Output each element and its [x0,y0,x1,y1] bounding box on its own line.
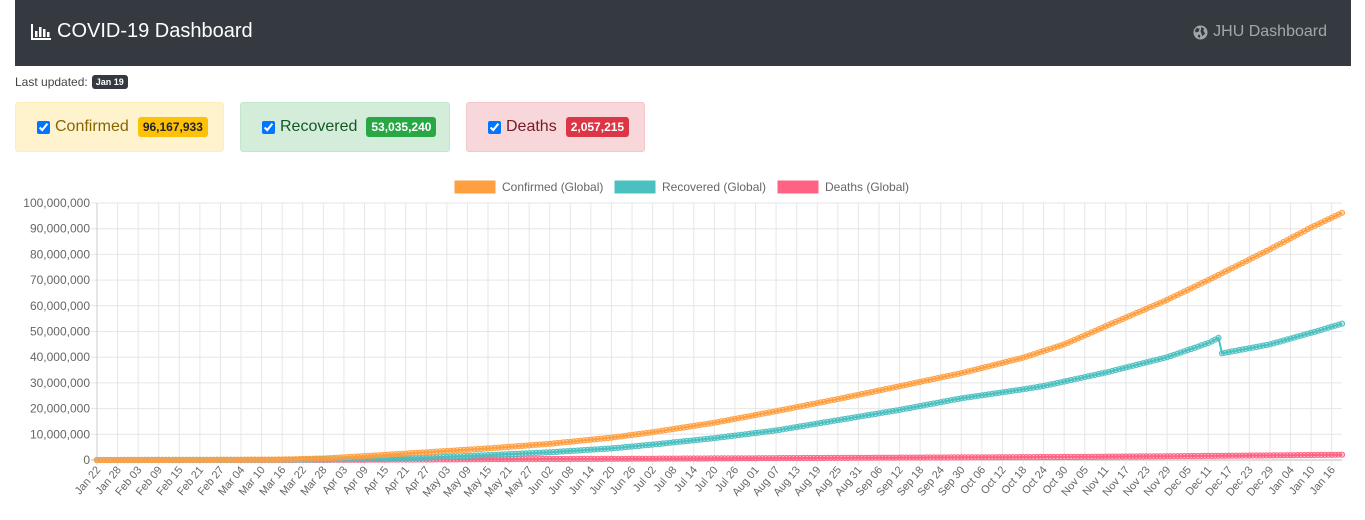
brand[interactable]: COVID-19 Dashboard [31,20,253,43]
navbar: COVID-19 Dashboard JHU Dashboard [15,0,1351,66]
recovered-card: Recovered 53,035,240 [240,102,450,152]
legend-swatch [454,180,496,194]
recovered-count-badge: 53,035,240 [366,117,437,137]
y-tick-label: 50,000,000 [30,325,90,339]
data-point [1338,209,1346,216]
last-updated: Last updated: Jan 19 [15,75,128,89]
globe-icon [1193,24,1208,40]
confirmed-label: Confirmed [55,118,129,135]
recovered-label: Recovered [280,118,358,135]
legend-swatch [777,180,819,194]
confirmed-checkbox[interactable] [37,120,50,134]
recovered-checkbox[interactable] [262,120,275,134]
deaths-count-badge: 2,057,215 [565,117,630,137]
y-tick-label: 40,000,000 [30,350,90,364]
jhu-dashboard-label: JHU Dashboard [1213,23,1327,40]
confirmed-card: Confirmed 96,167,933 [15,102,224,152]
deaths-checkbox[interactable] [488,120,501,134]
y-tick-label: 10,000,000 [30,427,90,441]
y-tick-label: 80,000,000 [30,247,90,261]
deaths-card: Deaths 2,057,215 [466,102,645,152]
legend-label: Deaths (Global) [825,180,909,194]
y-tick-label: 100,000,000 [23,196,90,210]
legend-label: Confirmed (Global) [502,180,603,194]
confirmed-count-badge: 96,167,933 [137,117,208,137]
last-updated-label: Last updated: [15,75,88,89]
line-chart: 0 10,000,000 20,000,000 30,000,000 40,000,00… [23,180,1346,500]
y-tick-label: 60,000,000 [30,299,90,313]
deaths-label: Deaths [506,118,557,135]
page-title: COVID-19 Dashboard [57,20,253,42]
y-tick-label: 20,000,000 [30,402,90,416]
bar-chart-icon [31,23,51,40]
jhu-dashboard-link[interactable]: JHU Dashboard [1193,23,1327,41]
y-tick-label: 30,000,000 [30,376,90,390]
y-tick-label: 90,000,000 [30,222,90,236]
data-point [1215,334,1222,341]
y-tick-label: 70,000,000 [30,273,90,287]
last-updated-badge: Jan 19 [91,75,128,89]
data-point [1338,451,1346,458]
data-point [1338,320,1346,327]
y-tick-label: 0 [83,453,90,467]
legend-swatch [614,180,656,194]
legend-label: Recovered (Global) [662,180,766,194]
